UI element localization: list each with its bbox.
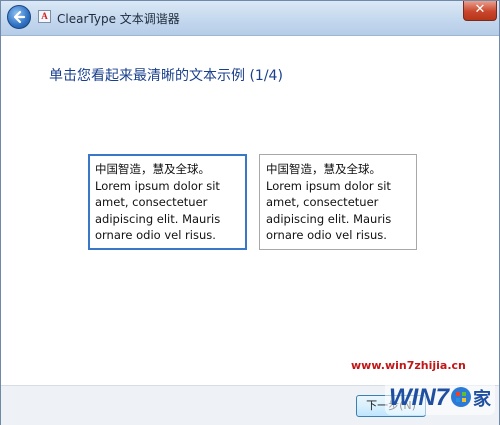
text-sample-1[interactable]: 中国智造，慧及全球。 Lorem ipsum dolor sit amet, c… — [88, 154, 247, 250]
title-bar: A ClearType 文本调谐器 ✕ — [1, 1, 499, 36]
svg-text:家: 家 — [473, 388, 492, 410]
win7-logo-watermark: WIN7 家 — [385, 379, 495, 415]
page-heading: 单击您看起来最清晰的文本示例 (1/4) — [49, 68, 283, 84]
sample-1-line-3: amet, consectetuer — [95, 195, 208, 209]
back-arrow-icon — [13, 10, 26, 24]
sample-1-line-1: 中国智造，慧及全球。 — [95, 162, 210, 176]
sample-2-line-4: adipiscing elit. Mauris — [266, 211, 392, 226]
sample-1-line-4: adipiscing elit. Mauris — [95, 211, 221, 226]
sample-1-line-5: ornare odio vel risus. — [95, 228, 216, 242]
close-icon: ✕ — [474, 2, 486, 17]
close-button[interactable]: ✕ — [463, 1, 497, 21]
svg-text:WIN7: WIN7 — [389, 384, 451, 411]
sample-2-line-2: Lorem ipsum dolor sit — [266, 178, 391, 193]
watermark-url: www.win7zhijia.cn — [351, 359, 466, 372]
back-button[interactable] — [7, 5, 31, 29]
window-title: ClearType 文本调谐器 — [57, 12, 180, 26]
sample-2-line-5: ornare odio vel risus. — [266, 228, 387, 242]
sample-1-line-2: Lorem ipsum dolor sit — [95, 178, 220, 193]
text-sample-2[interactable]: 中国智造，慧及全球。 Lorem ipsum dolor sit amet, c… — [259, 154, 417, 250]
cleartype-tuner-window: A ClearType 文本调谐器 ✕ 单击您看起来最清晰的文本示例 (1/4)… — [0, 0, 500, 425]
sample-2-line-1: 中国智造，慧及全球。 — [266, 162, 381, 176]
cleartype-app-icon: A — [38, 10, 51, 23]
sample-2-line-3: amet, consectetuer — [266, 195, 379, 209]
